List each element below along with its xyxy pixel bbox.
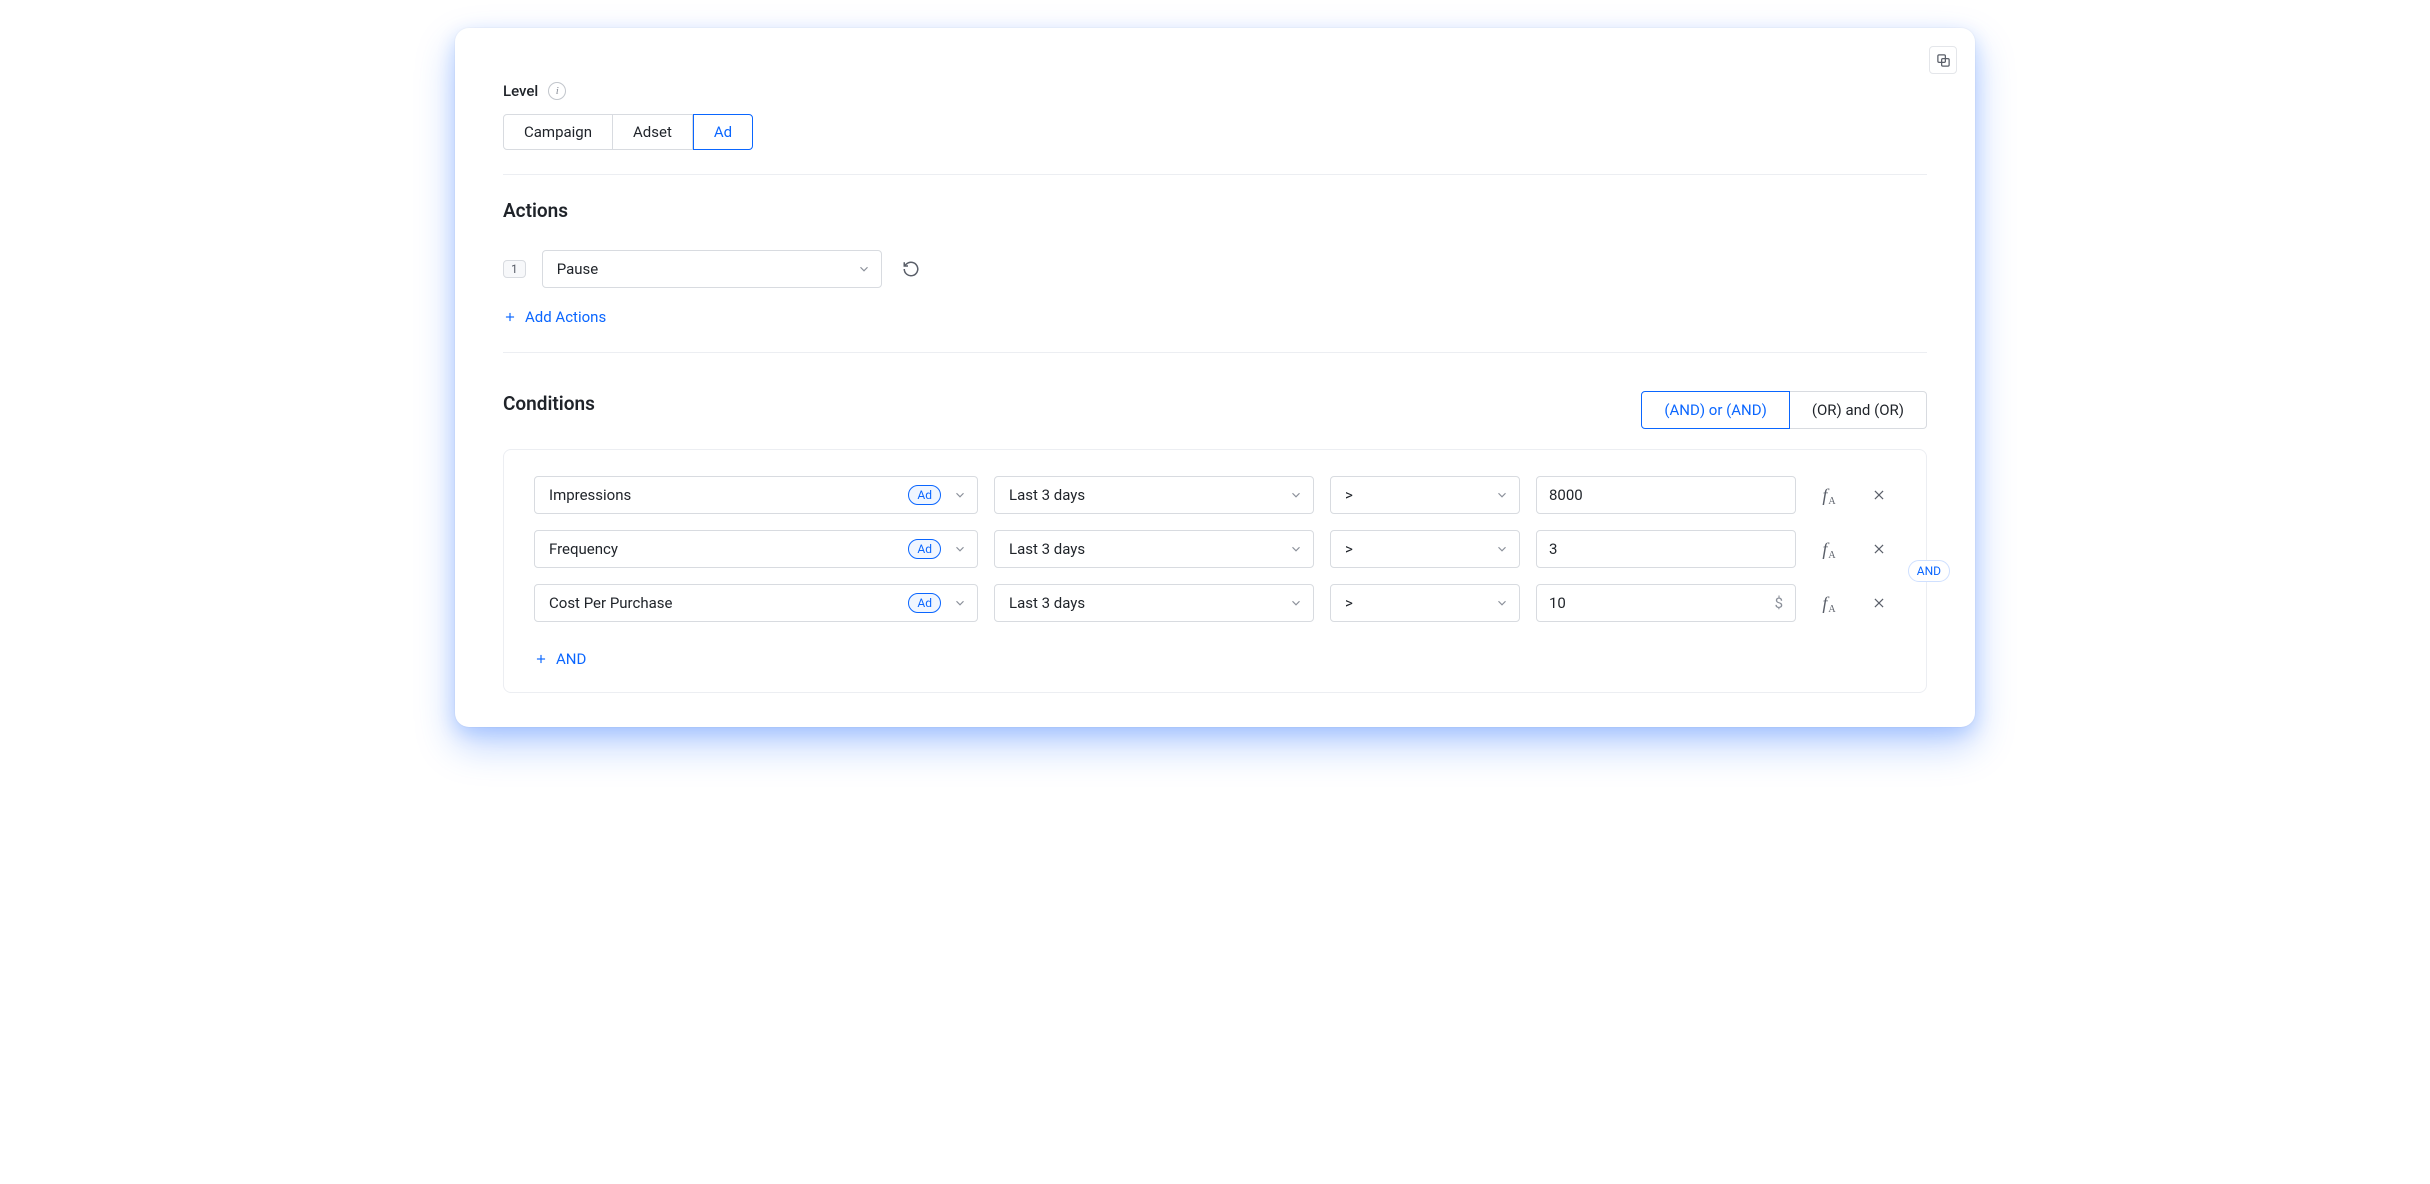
info-icon[interactable]: i xyxy=(548,82,566,100)
action-select-value: Pause xyxy=(557,260,599,278)
level-tab-ad[interactable]: Ad xyxy=(693,114,753,150)
plus-icon xyxy=(503,310,517,324)
condition-row: Cost Per Purchase Ad Last 3 days >10 $ fA xyxy=(534,584,1896,622)
chevron-down-icon xyxy=(1289,596,1303,610)
group-connector-pill[interactable]: AND xyxy=(1908,560,1950,582)
condition-row: Impressions Ad Last 3 days >8000 fA xyxy=(534,476,1896,514)
add-actions-label: Add Actions xyxy=(525,308,606,326)
remove-condition-button[interactable] xyxy=(1862,542,1896,556)
logic-mode-tabs: (AND) or (AND)(OR) and (OR) xyxy=(1641,391,1927,429)
conditions-panel: ImpressionsAdLast 3 days>8000fAFrequency… xyxy=(503,449,1927,693)
operator-value: > xyxy=(1345,540,1353,558)
refresh-icon xyxy=(902,260,920,278)
time-window-select[interactable]: Last 3 days xyxy=(994,584,1314,622)
value-input[interactable]: 10 $ xyxy=(1536,584,1796,622)
value-text: 8000 xyxy=(1549,486,1583,504)
operator-select[interactable]: > xyxy=(1330,530,1520,568)
actions-heading: Actions xyxy=(503,199,1927,222)
plus-icon xyxy=(534,652,548,666)
add-condition-button[interactable]: AND xyxy=(534,650,586,668)
level-tab-campaign[interactable]: Campaign xyxy=(503,114,613,150)
scope-badge: Ad xyxy=(908,593,941,613)
chevron-down-icon xyxy=(953,542,967,556)
logic-tab[interactable]: (OR) and (OR) xyxy=(1790,391,1927,429)
chevron-down-icon xyxy=(1495,542,1509,556)
metric-select[interactable]: Cost Per Purchase Ad xyxy=(534,584,978,622)
operator-value: > xyxy=(1345,486,1353,504)
operator-select[interactable]: > xyxy=(1330,584,1520,622)
time-window-select[interactable]: Last 3 days xyxy=(994,476,1314,514)
action-row: 1 Pause xyxy=(503,250,1927,288)
level-label: Level xyxy=(503,82,538,100)
chevron-down-icon xyxy=(953,596,967,610)
refresh-button[interactable] xyxy=(898,256,924,282)
add-condition-label: AND xyxy=(556,650,586,668)
operator-value: > xyxy=(1345,594,1353,612)
level-header: Level i xyxy=(503,82,1927,100)
metric-value: Cost Per Purchase xyxy=(549,594,672,612)
chevron-down-icon xyxy=(1495,596,1509,610)
action-select[interactable]: Pause xyxy=(542,250,882,288)
metric-select[interactable]: Frequency Ad xyxy=(534,530,978,568)
chevron-down-icon xyxy=(857,262,871,276)
chevron-down-icon xyxy=(1289,542,1303,556)
time-window-value: Last 3 days xyxy=(1009,540,1085,558)
divider xyxy=(503,174,1927,175)
scope-badge: Ad xyxy=(908,485,941,505)
formula-icon[interactable]: fA xyxy=(1812,594,1846,612)
conditions-heading: Conditions xyxy=(503,392,595,415)
value-input[interactable]: 8000 xyxy=(1536,476,1796,514)
divider xyxy=(503,352,1927,353)
formula-icon[interactable]: fA xyxy=(1812,486,1846,504)
scope-badge: Ad xyxy=(908,539,941,559)
time-window-select[interactable]: Last 3 days xyxy=(994,530,1314,568)
logic-tab[interactable]: (AND) or (AND) xyxy=(1641,391,1789,429)
step-badge: 1 xyxy=(503,260,526,278)
time-window-value: Last 3 days xyxy=(1009,594,1085,612)
level-tabs: CampaignAdsetAd xyxy=(503,114,753,150)
value-suffix: $ xyxy=(1775,594,1783,612)
metric-select[interactable]: Impressions Ad xyxy=(534,476,978,514)
add-actions-button[interactable]: Add Actions xyxy=(503,308,606,326)
time-window-value: Last 3 days xyxy=(1009,486,1085,504)
chevron-down-icon xyxy=(953,488,967,502)
metric-value: Frequency xyxy=(549,540,618,558)
condition-row: Frequency Ad Last 3 days >3 fA xyxy=(534,530,1896,568)
value-text: 10 xyxy=(1549,594,1566,612)
level-tab-adset[interactable]: Adset xyxy=(613,114,693,150)
chevron-down-icon xyxy=(1289,488,1303,502)
remove-condition-button[interactable] xyxy=(1862,596,1896,610)
operator-select[interactable]: > xyxy=(1330,476,1520,514)
metric-value: Impressions xyxy=(549,486,631,504)
remove-condition-button[interactable] xyxy=(1862,488,1896,502)
formula-icon[interactable]: fA xyxy=(1812,540,1846,558)
conditions-header: Conditions (AND) or (AND)(OR) and (OR) xyxy=(503,377,1927,429)
copy-button[interactable] xyxy=(1929,46,1957,74)
chevron-down-icon xyxy=(1495,488,1509,502)
value-input[interactable]: 3 xyxy=(1536,530,1796,568)
rule-editor-card: Level i CampaignAdsetAd Actions 1 Pause … xyxy=(455,28,1975,727)
copy-icon xyxy=(1936,53,1951,68)
value-text: 3 xyxy=(1549,540,1557,558)
